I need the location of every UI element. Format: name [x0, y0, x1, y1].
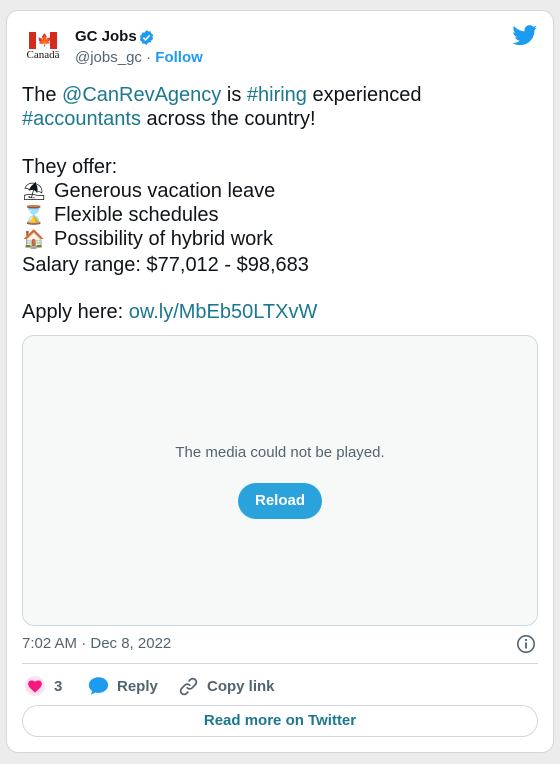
offer-intro: They offer:: [22, 156, 118, 178]
author-name[interactable]: GC Jobs: [75, 28, 137, 45]
house-icon: 🏠: [22, 229, 46, 249]
apply-line: Apply here: ow.ly/MbEb50LTXvW: [22, 300, 532, 324]
apply-label: Apply here:: [22, 301, 129, 323]
hourglass-icon: ⌛: [22, 205, 46, 225]
benefit-text: Flexible schedules: [54, 204, 219, 226]
tweet-timestamp[interactable]: 7:02 AM · Dec 8, 2022: [22, 635, 171, 652]
apply-link[interactable]: ow.ly/MbEb50LTXvW: [129, 301, 318, 323]
beach-umbrella-icon: ⛱: [22, 181, 46, 201]
salary-range: Salary range: $77,012 - $98,683: [22, 254, 309, 276]
tweet-text: across the country!: [140, 108, 316, 130]
author-handle[interactable]: @jobs_gc: [75, 49, 142, 66]
media-player: The media could not be played. Reload: [22, 335, 538, 626]
benefit-text: Generous vacation leave: [54, 180, 276, 202]
copy-link-button[interactable]: Copy link: [178, 674, 275, 698]
divider: [22, 663, 538, 664]
tweet-text: The: [22, 84, 63, 106]
benefit-item: 🏠 Possibility of hybrid work: [22, 227, 532, 251]
benefit-item: ⛱ Generous vacation leave: [22, 179, 532, 203]
tweet-line-1: The @CanRevAgency is #hiring experienced: [22, 83, 532, 107]
like-button[interactable]: 3: [24, 674, 62, 698]
follow-link[interactable]: Follow: [155, 49, 203, 66]
like-count: 3: [54, 677, 63, 695]
read-more-button[interactable]: Read more on Twitter: [22, 705, 538, 737]
copy-link-label: Copy link: [207, 677, 275, 695]
mention-link[interactable]: @CanRevAgency: [62, 84, 221, 106]
tweet-text: experienced: [306, 84, 422, 106]
verified-badge-icon: [139, 30, 154, 45]
logo-wordmark: Canadä: [26, 49, 60, 61]
handle-separator: ·: [141, 49, 156, 66]
reload-button[interactable]: Reload: [238, 483, 322, 519]
hashtag-accountants-link[interactable]: #accountants: [22, 108, 141, 130]
media-error-message: The media could not be played.: [175, 444, 385, 461]
author-handle-row: @jobs_gc · Follow: [75, 49, 203, 66]
tweet-text: is: [221, 84, 247, 106]
hashtag-hiring-link[interactable]: #hiring: [247, 84, 307, 106]
gc-logo[interactable]: 🍁 Canadä: [23, 32, 63, 66]
reply-bubble-icon: [88, 677, 109, 695]
link-icon: [179, 677, 198, 695]
reply-label: Reply: [117, 677, 158, 695]
reply-button[interactable]: Reply: [88, 674, 158, 698]
tweet-line-2: #accountants across the country!: [22, 107, 532, 131]
benefit-text: Possibility of hybrid work: [54, 228, 273, 250]
benefit-item: ⌛ Flexible schedules: [22, 203, 532, 227]
heart-icon: [24, 675, 46, 697]
canada-flag-icon: 🍁: [29, 32, 57, 49]
twitter-bird-icon[interactable]: [512, 25, 538, 46]
info-icon[interactable]: [516, 634, 536, 654]
